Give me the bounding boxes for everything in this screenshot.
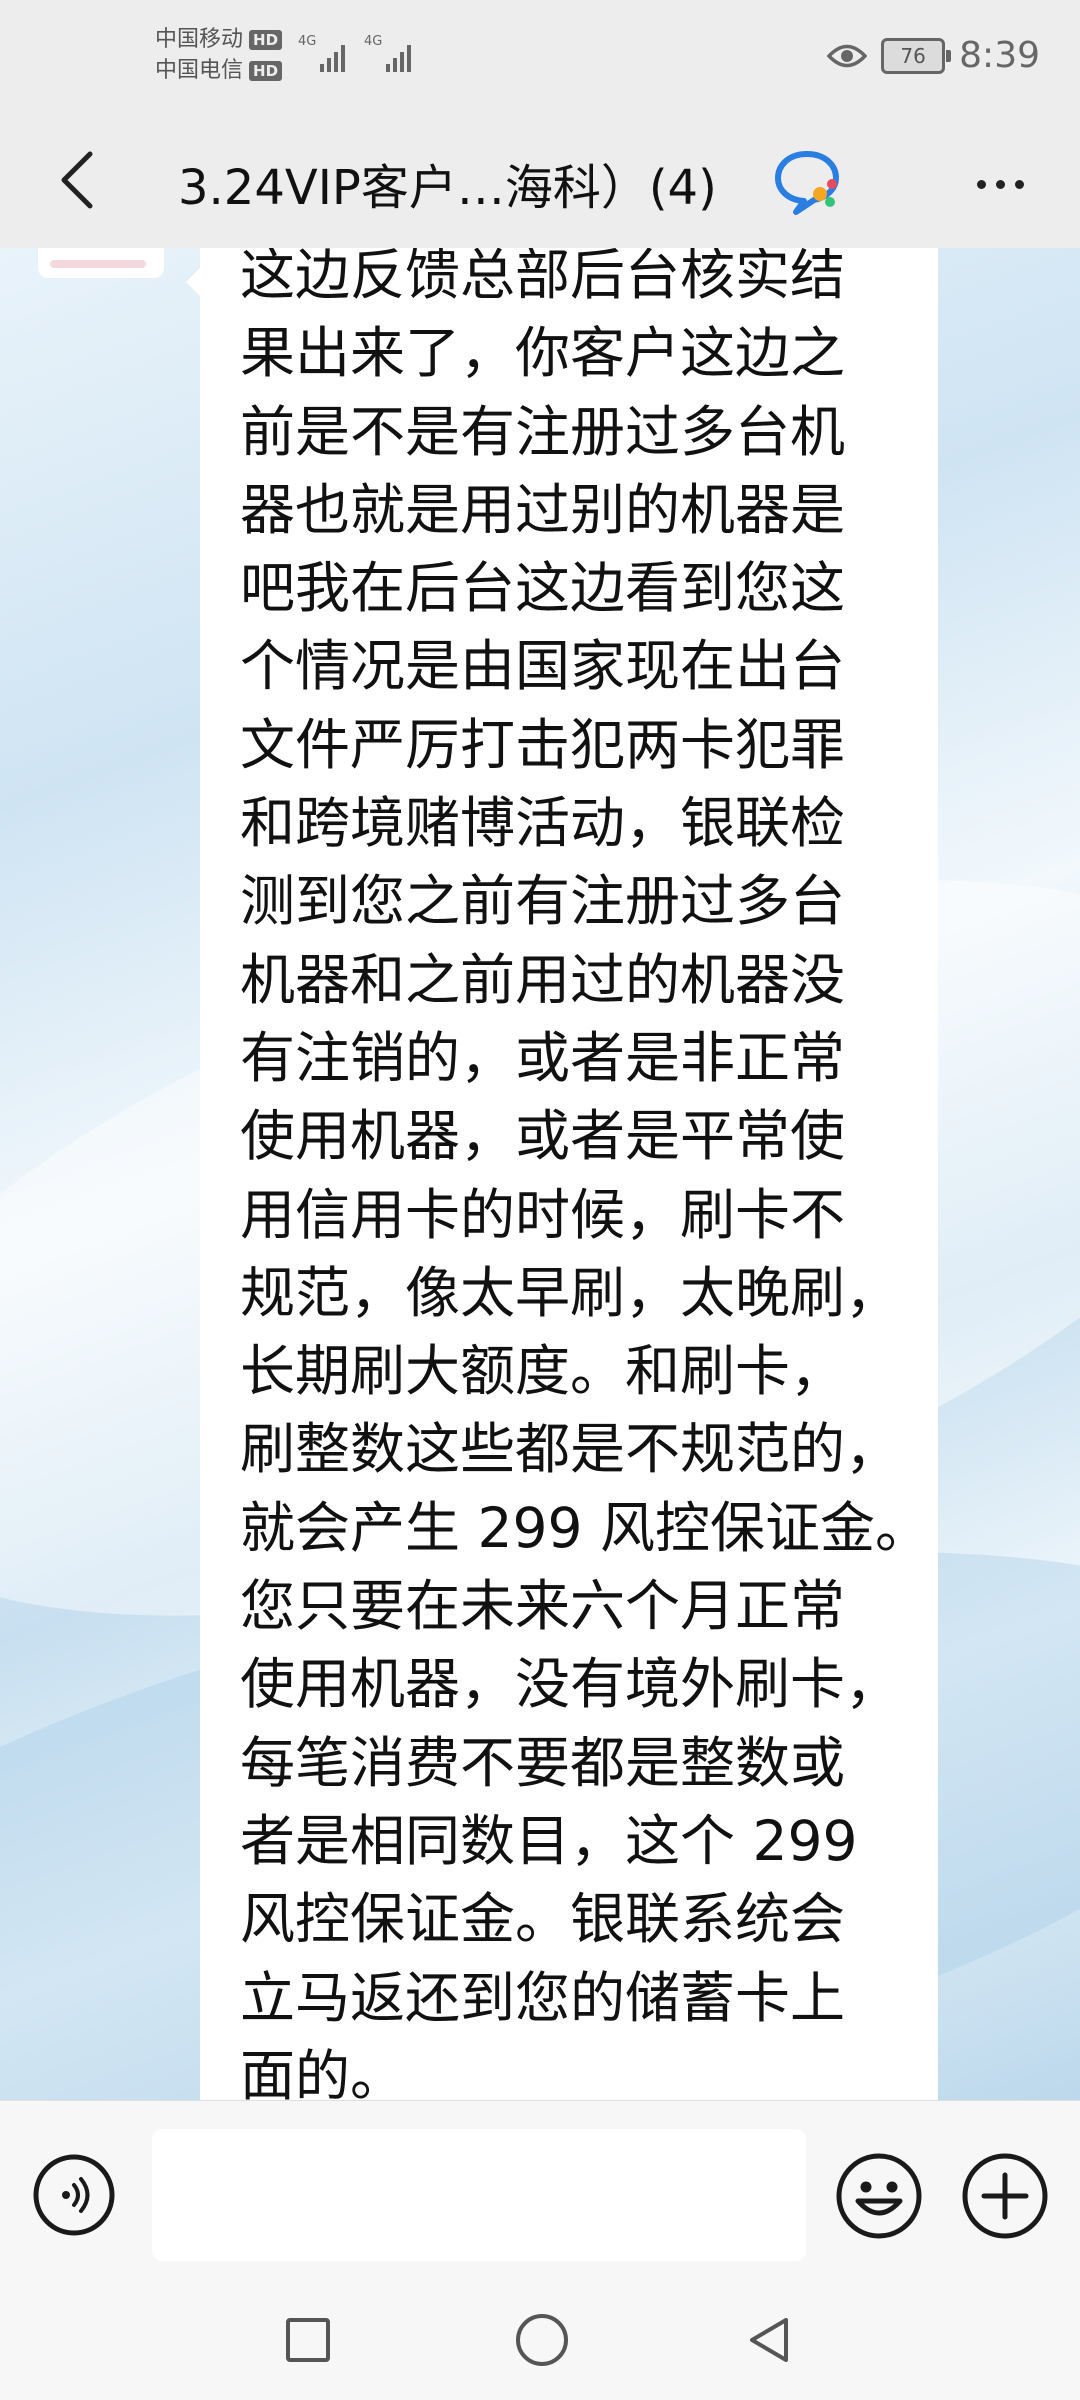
message-line: 您只要在未来六个月正常 <box>240 1574 846 1639</box>
system-nav-bar <box>0 2292 1080 2400</box>
plus-icon[interactable] <box>960 2151 1050 2241</box>
message-line: 文件严厉打击犯两卡犯罪 <box>240 712 846 777</box>
eye-icon <box>827 44 868 67</box>
message-line: 立马返还到您的储蓄卡上 <box>240 1965 846 2030</box>
chat-header: 3.24VIP客户…海科）(4) <box>0 120 1080 248</box>
signal-icon: 4G <box>298 34 345 72</box>
voice-icon[interactable] <box>32 2153 116 2237</box>
message-line: 器也就是用过别的机器是 <box>240 477 846 542</box>
back-arrow-icon[interactable] <box>40 140 120 220</box>
status-right: 76 8:39 <box>827 35 1040 76</box>
signal-icon: 4G <box>364 34 411 72</box>
carrier-info: 中国移动 HD 中国电信 HD <box>155 24 283 86</box>
message-line: 每笔消费不要都是整数或 <box>240 1730 846 1795</box>
message-line: 个情况是由国家现在出台 <box>240 634 846 699</box>
message-line: 和跨境赌博活动，银联检 <box>240 791 846 856</box>
carrier-1: 中国移动 <box>155 27 244 52</box>
message-line: 长期刷大额度。和刷卡， <box>240 1339 846 1404</box>
hd-badge: HD <box>249 29 283 50</box>
emoji-icon[interactable] <box>834 2151 924 2241</box>
hd-badge: HD <box>249 60 283 81</box>
clock: 8:39 <box>959 35 1040 76</box>
chat-title[interactable]: 3.24VIP客户…海科）(4) <box>178 148 717 218</box>
message-line: 就会产生 299 风控保证金。 <box>240 1495 930 1560</box>
message-line: 使用机器，没有境外刷卡， <box>240 1652 901 1717</box>
recent-apps-icon[interactable] <box>286 2318 330 2362</box>
message-line: 前是不是有注册过多台机 <box>240 399 846 464</box>
more-button[interactable] <box>960 144 1040 224</box>
battery-icon: 76 <box>881 37 952 74</box>
message-text: 这边反馈总部后台核实结果出来了，你客户这边之 前是不是有注册过多台机 器也就是用过别… <box>240 248 930 2100</box>
group-chat-icon[interactable] <box>770 144 844 218</box>
home-icon[interactable] <box>516 2314 568 2366</box>
carrier-2: 中国电信 <box>155 58 244 83</box>
message-line: 测到您之前有注册过多台 <box>240 869 846 934</box>
message-line: 风控保证金。银联系统会 <box>240 1887 846 1952</box>
message-line: 用信用卡的时候，刷卡不 <box>240 1182 846 1247</box>
status-bar: 中国移动 HD 中国电信 HD 4G 4G 76 8:39 <box>0 0 1080 120</box>
message-line: 者是相同数目，这个 299 <box>240 1808 858 1873</box>
message-line: 刷整数这些都是不规范的， <box>240 1417 901 1482</box>
message-line: 有注销的，或者是非正常 <box>240 1025 846 1090</box>
avatar[interactable] <box>38 248 164 278</box>
back-icon[interactable] <box>742 2314 794 2366</box>
message-line: 果出来了，你客户这边之 <box>240 321 846 386</box>
message-line: 面的。 <box>240 2043 406 2100</box>
message-line: 机器和之前用过的机器没 <box>240 947 846 1012</box>
input-bar <box>0 2100 1080 2293</box>
message-line: 这边反馈总部后台核实结 <box>240 248 846 307</box>
more-icon <box>976 179 986 189</box>
message-line: 吧我在后台这边看到您这 <box>240 556 846 621</box>
message-line: 规范，像太早刷，太晚刷， <box>240 1260 901 1325</box>
message-line: 使用机器，或者是平常使 <box>240 1104 846 1169</box>
chat-area[interactable]: 这边反馈总部后台核实结果出来了，你客户这边之 前是不是有注册过多台机 器也就是用过别… <box>0 248 1080 2100</box>
message-input[interactable] <box>152 2129 806 2261</box>
message-bubble[interactable]: 这边反馈总部后台核实结果出来了，你客户这边之 前是不是有注册过多台机 器也就是用过别… <box>186 248 938 2100</box>
